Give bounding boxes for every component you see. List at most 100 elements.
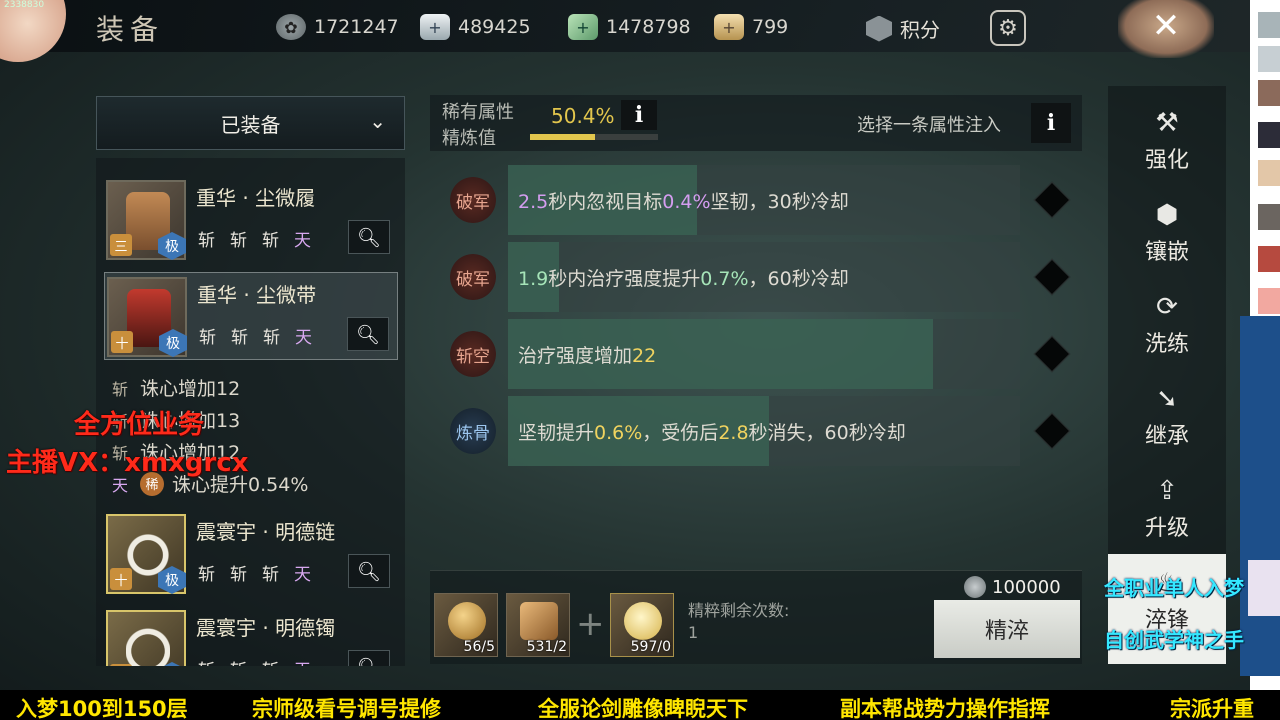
currency-coin[interactable]: ✿ 1721247	[276, 14, 399, 40]
info-icon: i	[634, 102, 644, 128]
chevron-down-icon: ⌄	[369, 109, 386, 133]
currency-value: 489425	[458, 16, 531, 38]
attribute-text: 2.5秒内忽视目标0.4%坚韧，30秒冷却	[518, 187, 849, 214]
menu-inherit[interactable]: ➘ 继承	[1108, 382, 1226, 462]
item-thumbnail: 十 极	[107, 277, 187, 357]
ticker-item: 副本帮战势力操作指挥	[840, 697, 1050, 720]
bracelet-icon	[126, 622, 170, 666]
tag: 斩	[198, 565, 215, 585]
currency-value: 1721247	[314, 16, 399, 38]
currency-value: 1478798	[606, 16, 691, 38]
info-button[interactable]: i	[621, 100, 657, 130]
info-button-2[interactable]: i	[1031, 103, 1071, 143]
currency-value: 799	[752, 16, 789, 38]
attribute-row[interactable]: 治疗强度增加22	[508, 319, 1020, 389]
tier-badge: 十	[110, 568, 132, 590]
thumbnail	[1258, 46, 1280, 72]
menu-label: 升级	[1144, 516, 1189, 541]
attribute-value: 22	[632, 345, 657, 367]
attribute-text-part: 坚韧，30秒冷却	[710, 191, 849, 213]
close-button[interactable]: ✕	[1118, 0, 1214, 58]
equipment-item-selected[interactable]: 十 极 重华 · 尘微带 斩 斩 斩 天 🔍︎	[104, 272, 398, 360]
tag: 斩	[262, 656, 279, 666]
page-title: 装备	[96, 13, 165, 46]
magnifier-icon: 🔍︎	[357, 656, 381, 667]
scroll-icon	[520, 602, 558, 640]
attribute-type-badge: 炼骨	[450, 408, 496, 454]
select-diamond-button[interactable]	[1033, 258, 1071, 296]
equipment-item[interactable]: 十 极 震寰宇 · 明德链 斩 斩 斩 天 🔍︎	[104, 510, 398, 598]
gold-ingot-icon: +	[714, 14, 744, 40]
attribute-text: 治疗强度增加22	[518, 341, 656, 368]
item-name: 重华 · 尘微履	[196, 186, 316, 210]
attribute-text-part: 秒内治疗强度提升	[548, 268, 701, 290]
attribute-text-part: 治疗强度增加	[518, 345, 633, 367]
score-button[interactable]: 积分	[866, 14, 940, 43]
coin-icon: ✿	[276, 14, 306, 40]
currency-gold[interactable]: + 799	[714, 14, 788, 40]
material-count: 531/2	[526, 639, 567, 655]
currency-silver[interactable]: + 489425	[420, 14, 531, 40]
attr-key: 斩	[112, 379, 129, 399]
attribute-text-part: ，受伤后	[642, 422, 719, 444]
upgrade-icon: ⇪	[1156, 476, 1178, 506]
tag: 斩	[198, 231, 215, 251]
tag: 斩	[199, 328, 216, 348]
remaining-value: 1	[688, 623, 699, 642]
material-slot[interactable]: 56/5	[434, 593, 498, 657]
item-name: 重华 · 尘微带	[197, 283, 317, 307]
menu-upgrade[interactable]: ⇪ 升级	[1108, 474, 1226, 554]
inspect-button[interactable]: 🔍︎	[347, 317, 389, 351]
corner-label: 2338830	[4, 0, 45, 10]
menu-reforge[interactable]: ⟳ 洗练	[1108, 290, 1226, 370]
attribute-row[interactable]: 坚韧提升0.6%，受伤后2.8秒消失，60秒冷却	[508, 396, 1020, 466]
equipped-dropdown[interactable]: 已装备 ⌄	[96, 96, 405, 150]
ticker-item: 入梦100到150层	[16, 697, 188, 720]
inspect-button[interactable]: 🔍︎	[348, 220, 390, 254]
menu-label: 继承	[1144, 424, 1189, 449]
material-count: 597/0	[630, 639, 671, 655]
close-icon: ✕	[1151, 6, 1181, 46]
magnifier-icon: 🔍︎	[356, 560, 382, 583]
rare-label-line2: 精炼值	[442, 128, 496, 149]
select-diamond-button[interactable]	[1033, 181, 1071, 219]
plus-icon: +	[576, 604, 605, 644]
attribute-row[interactable]: 1.9秒内治疗强度提升0.7%，60秒冷却	[508, 242, 1020, 312]
equipment-item[interactable]: 三 极 重华 · 尘微履 斩 斩 斩 天 🔍︎	[104, 176, 398, 264]
item-thumbnail: 十 极	[106, 610, 186, 666]
material-slot[interactable]: 597/0	[610, 593, 674, 657]
tag: 斩	[230, 231, 247, 251]
tier-badge: 三	[110, 234, 132, 256]
silver-ingot-icon: +	[420, 14, 450, 40]
refine-button[interactable]: 精淬	[934, 600, 1080, 658]
menu-inlay[interactable]: ⬢ 镶嵌	[1108, 198, 1226, 278]
item-name: 震寰宇 · 明德镯	[196, 616, 336, 640]
settings-button[interactable]: ⚙	[990, 10, 1026, 46]
inspect-button[interactable]: 🔍︎	[348, 554, 390, 588]
currency-jade[interactable]: + 1478798	[568, 14, 691, 40]
inspect-button[interactable]: 🔍︎	[348, 650, 390, 666]
thumbnail	[1258, 80, 1280, 106]
magnifier-icon: 🔍︎	[356, 226, 382, 249]
item-tags: 斩 斩 斩 天	[198, 560, 311, 585]
attribute-row[interactable]: 2.5秒内忽视目标0.4%坚韧，30秒冷却	[508, 165, 1020, 235]
tag: 斩	[263, 328, 280, 348]
menu-strengthen[interactable]: ⚒ 强化	[1108, 106, 1226, 186]
select-diamond-button[interactable]	[1033, 412, 1071, 450]
tag: 天	[295, 328, 312, 348]
cost-value: 100000	[992, 576, 1061, 598]
attribute-value: 0.6%	[594, 422, 643, 444]
menu-label: 镶嵌	[1144, 240, 1189, 265]
select-attribute-label: 选择一条属性注入	[857, 115, 1001, 136]
dropdown-label: 已装备	[220, 112, 281, 137]
gold-orb-icon	[448, 602, 486, 640]
material-slot[interactable]: 531/2	[506, 593, 570, 657]
tag: 天	[294, 565, 311, 585]
equipment-item[interactable]: 十 极 震寰宇 · 明德镯 斩 斩 斩 天 🔍︎	[104, 606, 398, 666]
select-diamond-button[interactable]	[1033, 335, 1071, 373]
thumbnail	[1258, 122, 1280, 148]
jade-icon: +	[568, 14, 598, 40]
tag: 天	[294, 656, 311, 666]
shield-icon	[866, 15, 892, 42]
attribute-text-part: 秒消失，60秒冷却	[748, 422, 906, 444]
